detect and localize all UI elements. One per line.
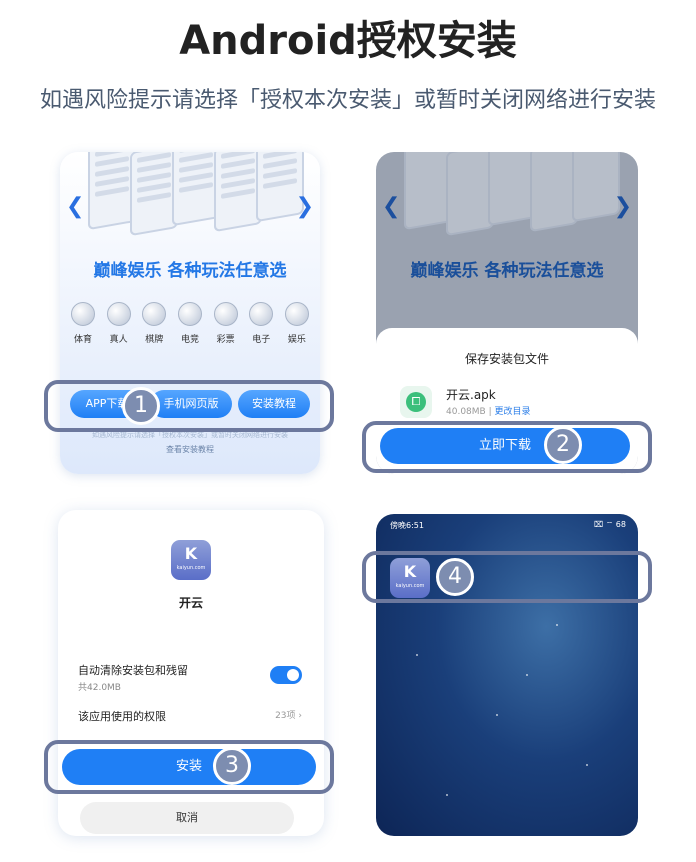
permissions-count-text: 23项 (275, 711, 296, 721)
apk-meta: 40.08MB | 更改目录 (446, 407, 531, 417)
status-time: 傍晚6:51 (390, 521, 424, 530)
chevron-left-icon: ❮ (382, 194, 401, 219)
crown-icon (284, 302, 309, 326)
slogan: 巅峰娱乐 各种玩法任意选 (410, 261, 604, 281)
step-badge-4: 4 (436, 558, 474, 596)
game-category-esports[interactable]: 电竞 (175, 302, 205, 345)
phone-mockup (214, 152, 262, 233)
game-category-lottery[interactable]: 彩票 (211, 302, 241, 345)
game-label: 娱乐 (287, 335, 306, 345)
slogan: 巅峰娱乐 各种玩法任意选 (93, 261, 287, 281)
chevron-left-icon[interactable]: ❮ (66, 194, 84, 219)
game-label: 棋牌 (145, 335, 164, 345)
phone-mockup (172, 152, 220, 227)
app-name: 开云 (178, 596, 203, 610)
app-icon: Kkaiyun.com (171, 540, 211, 580)
game-label: 电子 (252, 335, 271, 345)
sheet-title: 保存安装包文件 (464, 352, 549, 366)
mahjong-icon (142, 302, 167, 326)
page-subtitle: 如遇风险提示请选择「授权本次安装」或暂时关闭网络进行安装 (39, 88, 656, 113)
apk-filename: 开云.apk (446, 388, 496, 402)
step1-highlight (44, 380, 334, 432)
tutorial-link[interactable]: 查看安装教程 (60, 444, 320, 455)
phone-mockup (88, 152, 136, 231)
apk-size: 40.08MB (446, 407, 486, 417)
phone-mockup (530, 152, 578, 233)
game-category-slots[interactable]: 电子 (246, 302, 276, 345)
step2-highlight (362, 421, 652, 473)
game-category-sports[interactable]: 体育 (68, 302, 98, 345)
step4-highlight (362, 551, 652, 603)
chevron-right-icon[interactable]: ❯ (296, 194, 314, 219)
permissions-count[interactable]: 23项 › (275, 708, 302, 721)
game-category-entertainment[interactable]: 娱乐 (282, 302, 312, 345)
chevron-right-icon: ❯ (613, 194, 632, 219)
auto-clean-size: 共42.0MB (78, 683, 121, 693)
dealer-icon (106, 302, 131, 326)
phone-mockup (446, 152, 494, 237)
phone-mockup (488, 152, 536, 227)
change-directory-link[interactable]: 更改目录 (494, 407, 530, 417)
slot-machine-icon (249, 302, 274, 326)
status-bar: 傍晚6:51 ⌧ ⌔ 68 (390, 520, 626, 531)
lottery-ball-icon (213, 302, 238, 326)
step-badge-1: 1 (122, 387, 160, 425)
game-category-cards[interactable]: 棋牌 (139, 302, 169, 345)
phone-mockup (130, 152, 178, 237)
phone-mockup (404, 152, 452, 231)
step-badge-3: 3 (213, 747, 251, 785)
gamepad-icon (177, 302, 202, 326)
app-icon-domain: kaiyun.com (176, 565, 206, 571)
game-label: 电竞 (180, 335, 199, 345)
step-badge-2: 2 (544, 426, 582, 464)
auto-clean-toggle[interactable] (270, 666, 302, 684)
phone-mockups (404, 152, 620, 244)
game-label: 真人 (109, 335, 128, 345)
chevron-right-icon: › (298, 711, 302, 721)
auto-clean-label: 自动清除安装包和残留 (78, 664, 188, 677)
status-icons: ⌧ ⌔ 68 (593, 520, 626, 529)
page-title: Android授权安装 (179, 18, 517, 64)
game-category-live[interactable]: 真人 (104, 302, 134, 345)
step3-highlight (44, 740, 334, 794)
game-label: 彩票 (216, 335, 235, 345)
game-categories: 体育 真人 棋牌 电竞 彩票 电子 娱乐 (68, 302, 312, 345)
permissions-label[interactable]: 该应用使用的权限 (78, 708, 166, 724)
apk-file-icon: ⧠ (400, 386, 432, 418)
game-label: 体育 (73, 335, 92, 345)
phone-mockups (88, 152, 304, 244)
app-icon-letter: K (184, 544, 198, 563)
soccer-ball-icon (71, 302, 95, 326)
cancel-button[interactable]: 取消 (80, 802, 294, 834)
